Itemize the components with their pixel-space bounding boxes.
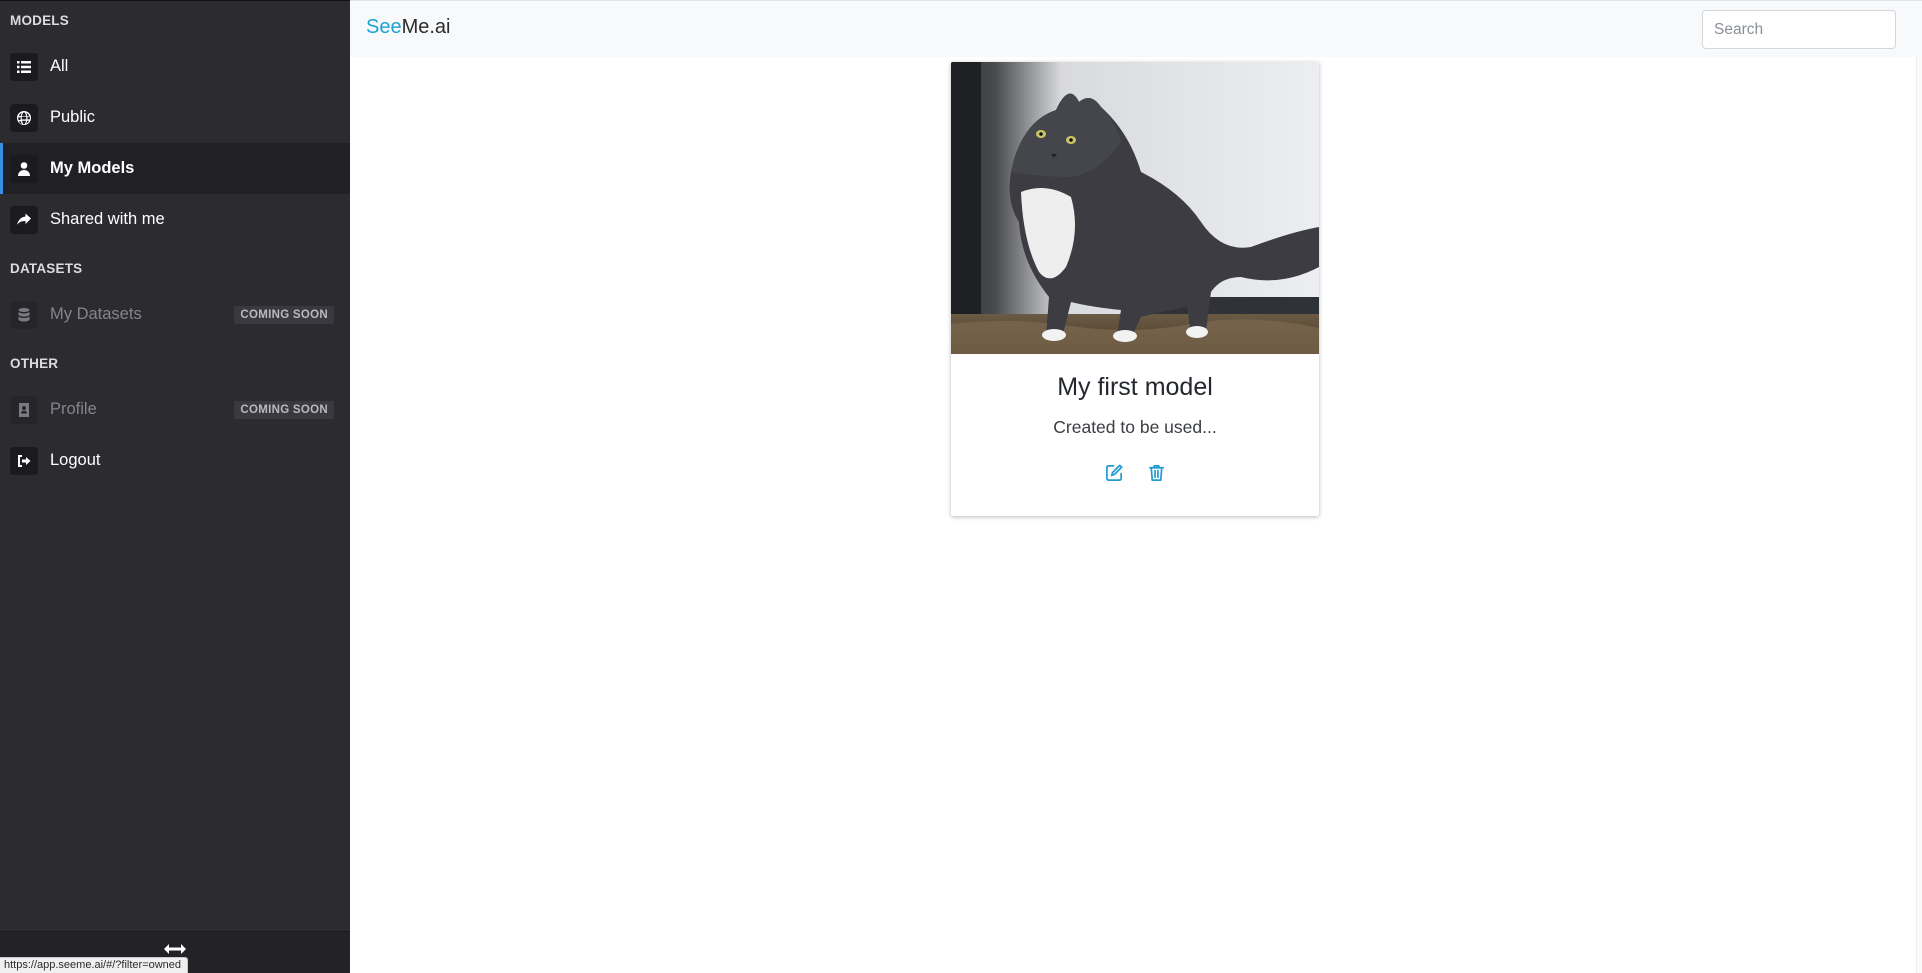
model-description: Created to be used... (1053, 417, 1217, 437)
user-icon (10, 154, 38, 183)
sidebar-item-label: My Models (50, 159, 135, 177)
sidebar: MODELS All Public My Models Shared with … (0, 0, 350, 973)
sidebar-item-public[interactable]: Public (0, 92, 350, 143)
sidebar-item-label: Logout (50, 451, 101, 469)
sidebar-item-my-datasets[interactable]: My Datasets COMING SOON (0, 289, 350, 340)
sidebar-item-label: All (50, 57, 69, 75)
sign-out-icon (10, 446, 38, 475)
list-icon (10, 52, 38, 81)
brand-rest: Me.ai (401, 16, 451, 38)
sidebar-item-label: My Datasets (50, 305, 142, 323)
search-input[interactable] (1702, 10, 1896, 49)
brand-logo[interactable]: SeeMe.ai (366, 16, 451, 39)
model-card[interactable]: My first model Created to be used... (951, 62, 1319, 516)
coming-soon-badge: COMING SOON (234, 400, 334, 419)
card-actions (951, 462, 1319, 482)
scrollbar-track[interactable] (1916, 57, 1922, 973)
section-header-other: OTHER (10, 356, 59, 371)
edit-icon[interactable] (1104, 462, 1124, 482)
sidebar-item-all[interactable]: All (0, 41, 350, 92)
sidebar-item-label: Public (50, 108, 95, 126)
sidebar-item-my-models[interactable]: My Models (0, 143, 350, 194)
top-navbar: SeeMe.ai (350, 0, 1922, 57)
sidebar-item-logout[interactable]: Logout (0, 435, 350, 486)
id-card-icon (10, 395, 38, 424)
sidebar-item-label: Profile (50, 400, 97, 418)
section-header-datasets: DATASETS (10, 261, 83, 276)
coming-soon-badge: COMING SOON (234, 305, 334, 324)
sidebar-item-label: Shared with me (50, 210, 165, 228)
globe-icon (10, 103, 38, 132)
sidebar-item-profile[interactable]: Profile COMING SOON (0, 384, 350, 435)
trash-icon[interactable] (1146, 462, 1166, 482)
main-content: My first model Created to be used... (350, 57, 1922, 973)
share-icon (10, 205, 38, 234)
brand-see: See (366, 16, 402, 38)
database-icon (10, 300, 38, 329)
section-header-models: MODELS (10, 13, 69, 28)
status-bar-url: https://app.seeme.ai/#/?filter=owned (0, 957, 189, 973)
sidebar-item-shared-with-me[interactable]: Shared with me (0, 194, 350, 245)
model-title: My first model (1057, 373, 1213, 401)
resize-arrows-icon[interactable] (164, 942, 186, 956)
cat-photo (951, 62, 1319, 354)
